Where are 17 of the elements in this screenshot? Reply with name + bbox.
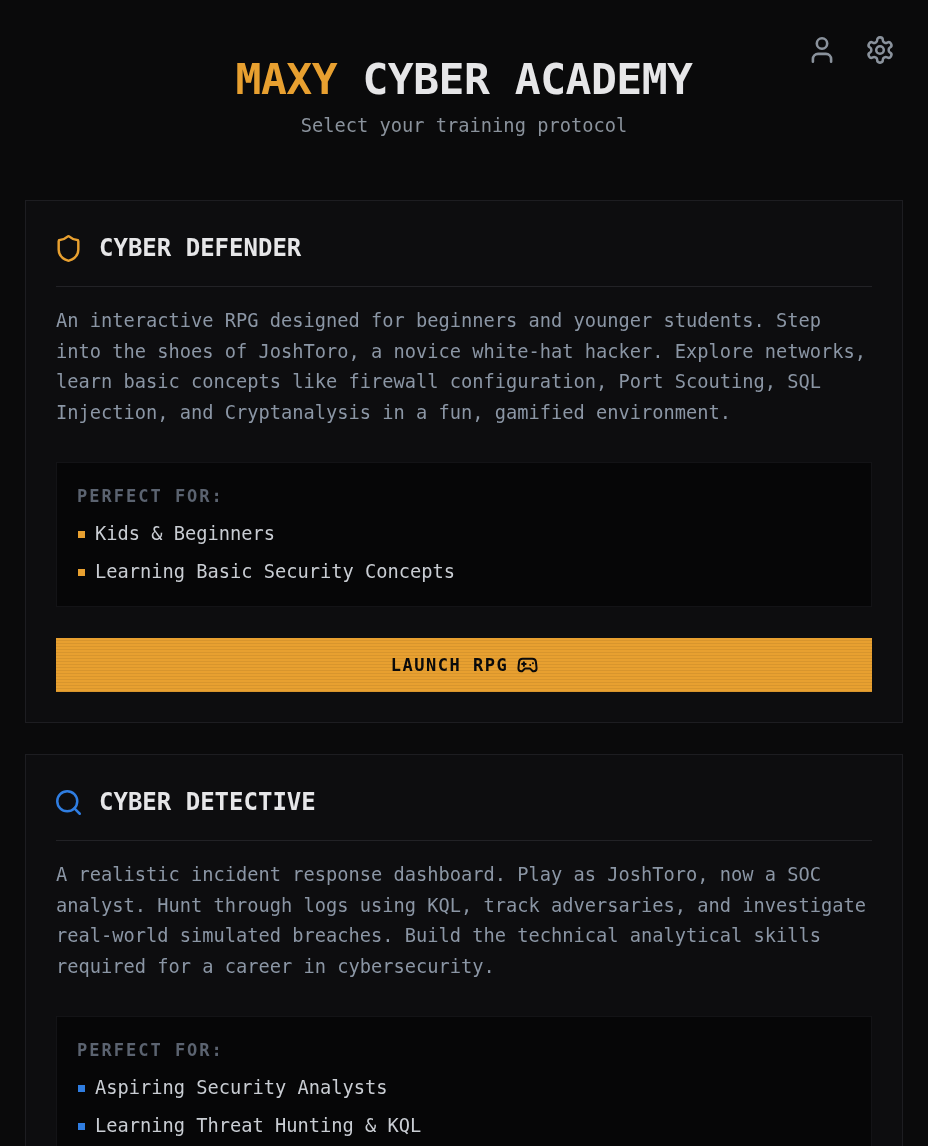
settings-button[interactable]	[866, 35, 894, 65]
subtitle: Select your training protocol	[300, 114, 628, 138]
audience-item: Kids & Beginners	[95, 522, 275, 546]
app-title: MAXY CYBER ACADEMY	[235, 53, 693, 105]
audience-item: Aspiring Security Analysts	[95, 1076, 388, 1100]
card-title: CYBER DEFENDER	[99, 233, 302, 264]
settings-icon	[868, 37, 892, 63]
user-icon	[810, 37, 834, 63]
audience-label: PERFECT FOR:	[77, 1039, 225, 1062]
card-description: A realistic incident response dashboard. Play as JoshToro, now a SOC analyst. Hunt through logs using KQL, track adversaries, and investigate real-world simulated breaches. Build the technical analytical skills required for a career in cybersecurity.	[56, 863, 868, 979]
audience-label: PERFECT FOR:	[77, 485, 225, 508]
card-title: CYBER DETECTIVE	[99, 787, 316, 818]
card-description: An interactive RPG designed for beginners and younger students. Step into the shoes of JoshToro, a novice white-hat hacker. Explore networks, learn basic concepts like firewall configuration, Port Scouting, SQL Injection, and Cryptanalysis in a fun, gamified environment.	[56, 309, 868, 425]
audience-item: Learning Threat Hunting & KQL	[95, 1114, 422, 1138]
gamepad-icon	[518, 658, 538, 672]
launch-button[interactable]: LAUNCH RPG	[56, 638, 872, 692]
audience-item: Learning Basic Security Concepts	[95, 560, 456, 584]
